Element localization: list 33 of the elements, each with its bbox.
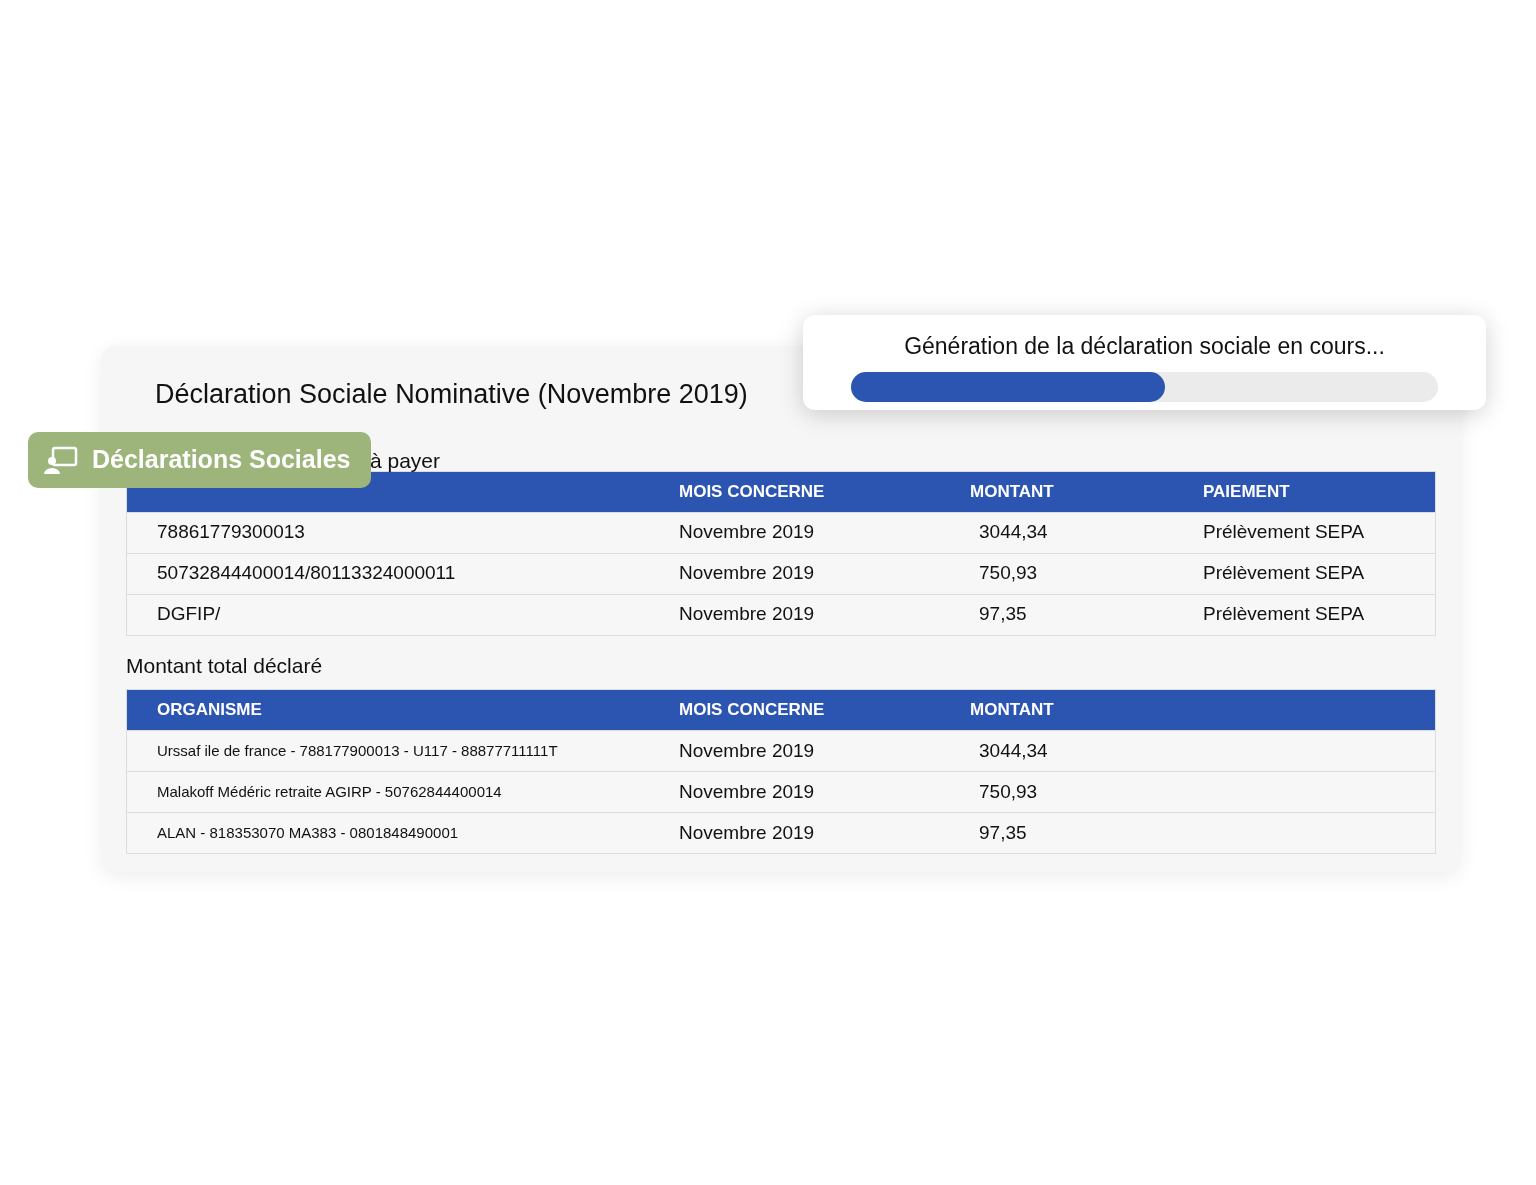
table-cell-text: 3044,34 <box>978 520 1049 545</box>
table-cell-text: Novembre 2019 <box>679 820 816 845</box>
table-cell-text: Novembre 2019 <box>679 602 816 627</box>
user-screen-icon <box>44 445 78 475</box>
table-cell-text: Novembre 2019 <box>679 561 816 586</box>
table-cell-text: Novembre 2019 <box>679 738 816 763</box>
table-cell-text: Prélèvement SEPA <box>1203 520 1366 545</box>
table-cell-text: ALAN - 818353070 MA383 - 0801848490001 <box>157 822 460 843</box>
report-title: Déclaration Sociale Nominative (Novembre 2019) <box>155 378 749 411</box>
column-header: PAIEMENT <box>1203 480 1291 503</box>
table-cell-text: 750,93 <box>978 779 1039 804</box>
table-cell-text: 97,35 <box>978 820 1028 845</box>
table-cell-text: 3044,34 <box>978 738 1049 763</box>
column-header: ORGANISME <box>157 699 263 722</box>
column-header: MOIS CONCERNE <box>679 480 826 503</box>
table-cell-text: Novembre 2019 <box>679 779 816 804</box>
table-cell-text: 750,93 <box>978 561 1039 586</box>
table-cell-text: Prélèvement SEPA <box>1203 561 1366 586</box>
table-cell-text: 50732844400014/80113324000011 <box>157 561 457 586</box>
table-cell-text: Novembre 2019 <box>679 520 816 545</box>
column-header: MOIS CONCERNE <box>679 699 826 722</box>
column-header: MONTANT <box>969 699 1055 722</box>
badge-label: Déclarations Sociales <box>92 444 351 476</box>
section-heading: à payer <box>370 448 441 472</box>
table-cell-text: Malakoff Médéric retraite AGIRP - 50762844400014 <box>157 781 503 802</box>
table-cell-text: Prélèvement SEPA <box>1203 602 1366 627</box>
column-header: MONTANT <box>969 480 1055 503</box>
table-cell-text: 78861779300013 <box>157 520 306 545</box>
section-heading: Montant total déclaré <box>126 653 323 677</box>
table-cell-text: DGFIP/ <box>157 602 222 627</box>
progress-message: Génération de la déclaration sociale en cours... <box>904 332 1385 361</box>
table-cell-text: 97,35 <box>978 602 1028 627</box>
table-cell-text: Urssaf ile de france - 788177900013 - U117 - 88877711111T <box>157 740 559 761</box>
